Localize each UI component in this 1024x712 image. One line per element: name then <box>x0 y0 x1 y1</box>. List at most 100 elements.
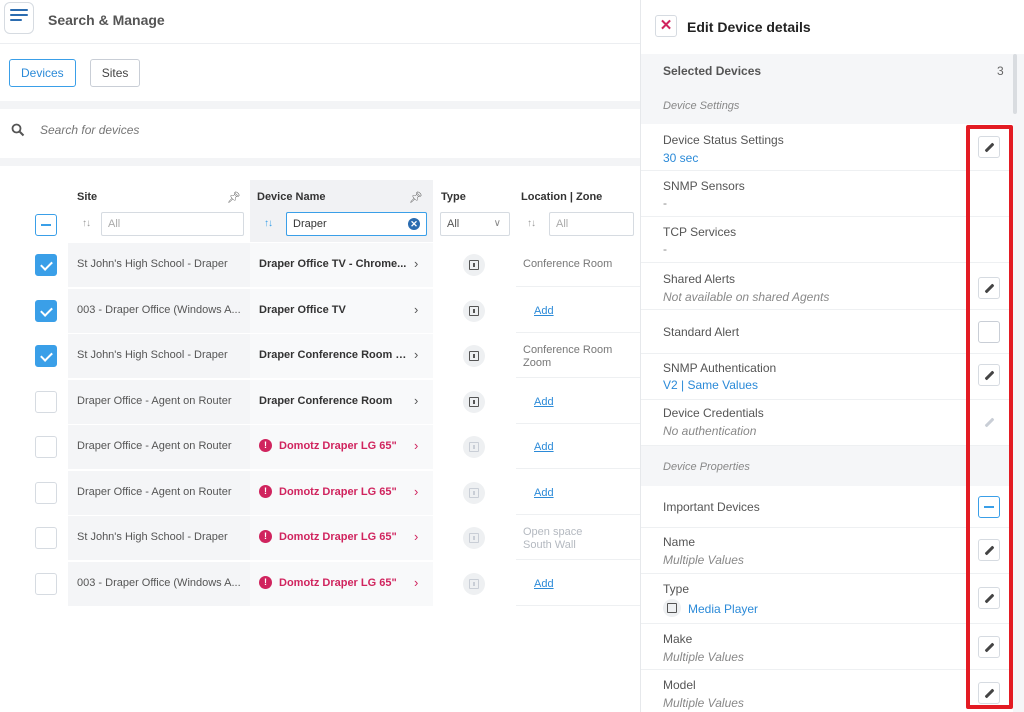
row-checkbox[interactable] <box>35 390 57 413</box>
chevron-right-icon[interactable]: › <box>414 529 418 544</box>
table-row[interactable]: 003 - Draper Office (Windows A... Draper … <box>0 288 640 334</box>
add-location-link[interactable]: Add <box>534 578 554 590</box>
add-location-link[interactable]: Add <box>534 396 554 408</box>
property-label: Name <box>663 535 696 549</box>
pin-icon[interactable]: 📌︎ <box>409 191 423 204</box>
row-device-name[interactable]: Draper Office TV <box>259 304 409 316</box>
menu-icon-line <box>10 19 22 21</box>
device-type-icon <box>463 390 485 413</box>
pencil-icon[interactable] <box>978 364 1000 386</box>
pencil-icon[interactable] <box>978 587 1000 609</box>
row-checkbox[interactable] <box>35 254 57 276</box>
pencil-icon[interactable] <box>978 682 1000 704</box>
row-device-name[interactable]: Domotz Draper LG 65" <box>279 440 429 452</box>
setting-label: Device Status Settings <box>663 133 784 147</box>
table-row[interactable]: 003 - Draper Office (Windows A...! Domotz… <box>0 561 640 607</box>
add-location-link[interactable]: Add <box>534 487 554 499</box>
row-checkbox[interactable] <box>35 527 57 549</box>
chevron-right-icon[interactable]: › <box>414 302 418 317</box>
alert-icon: ! <box>259 530 272 543</box>
setting-value: - <box>663 196 667 210</box>
row-site: Draper Office - Agent on Router <box>77 485 232 498</box>
setting-value: V2 | Same Values <box>663 378 758 392</box>
chevron-right-icon[interactable]: › <box>414 347 418 362</box>
selected-devices-row[interactable]: Selected Devices 3 <box>641 54 1013 90</box>
chevron-down-icon: ∨ <box>493 218 501 229</box>
property-label: Make <box>663 632 693 646</box>
table-row[interactable]: Draper Office - Agent on Router Draper Co… <box>0 379 640 425</box>
alert-icon: ! <box>259 484 272 498</box>
row-device-name[interactable]: Domotz Draper LG 65" <box>279 531 429 543</box>
pencil-icon[interactable] <box>978 636 1000 658</box>
important-devices-checkbox[interactable] <box>978 496 1000 518</box>
row-device-name[interactable]: Draper Office TV - Chrome... <box>259 258 409 270</box>
row-checkbox[interactable] <box>35 345 57 367</box>
chevron-right-icon[interactable]: › <box>414 256 418 271</box>
search-icon <box>11 123 25 137</box>
sort-icon[interactable]: ↑↓ <box>527 218 536 229</box>
type-filter-select[interactable]: All ∨ <box>440 212 510 236</box>
setting-device-status: Device Status Settings 30 sec <box>641 124 1013 171</box>
tab-devices[interactable]: Devices <box>9 59 76 87</box>
pencil-icon <box>978 411 1000 433</box>
column-header-device-name[interactable]: Device Name <box>257 191 326 203</box>
property-important-devices: Important Devices <box>641 486 1013 528</box>
property-value: Multiple Values <box>663 553 744 567</box>
section-device-settings: Device Settings <box>663 100 740 112</box>
sort-icon[interactable]: ↑↓ <box>82 218 91 229</box>
search-input[interactable] <box>40 123 600 137</box>
sort-icon[interactable]: ↑↓ <box>264 218 273 229</box>
top-bar: Search & Manage <box>0 0 640 44</box>
table-row[interactable]: Draper Office - Agent on Router! Domotz D… <box>0 425 640 470</box>
row-checkbox[interactable] <box>35 481 57 504</box>
row-site: St John's High School - Draper <box>77 349 228 361</box>
close-icon[interactable]: ✕ <box>655 15 677 37</box>
selected-devices-count: 3 <box>997 64 1004 78</box>
table-row[interactable]: St John's High School - Draper Draper Off… <box>0 243 640 288</box>
device-type-icon <box>463 254 485 276</box>
tab-sites[interactable]: Sites <box>89 59 141 87</box>
scrollbar[interactable] <box>1013 54 1017 114</box>
add-location-link[interactable]: Add <box>534 305 554 317</box>
edit-device-panel: ✕ Edit Device details Selected Devices 3… <box>640 0 1024 712</box>
table-row[interactable]: St John's High School - Draper! Domotz Dr… <box>0 516 640 561</box>
menu-button[interactable] <box>4 2 34 34</box>
pin-icon[interactable]: 📌︎ <box>227 191 241 204</box>
property-name: Name Multiple Values <box>641 528 1013 574</box>
property-make: Make Multiple Values <box>641 624 1013 670</box>
select-all-checkbox[interactable] <box>35 214 57 236</box>
row-site: St John's High School - Draper <box>77 531 228 543</box>
column-header-location-zone[interactable]: Location | Zone <box>521 191 602 203</box>
site-filter-input[interactable]: All <box>101 212 244 236</box>
column-header-site[interactable]: Site <box>77 191 97 203</box>
table-row[interactable]: Draper Office - Agent on Router! Domotz D… <box>0 470 640 516</box>
row-checkbox[interactable] <box>35 299 57 322</box>
selected-devices-label: Selected Devices <box>663 64 762 78</box>
table-header: Site 📌︎ ↑↓ All Device Name 📌︎ ↑↓ Draper … <box>0 180 640 242</box>
row-device-name[interactable]: Draper Conference Room - ... <box>259 349 409 361</box>
row-device-name[interactable]: Domotz Draper LG 65" <box>279 577 429 589</box>
pencil-icon[interactable] <box>978 539 1000 561</box>
property-model: Model Multiple Values <box>641 670 1013 712</box>
chevron-right-icon[interactable]: › <box>414 438 418 453</box>
row-checkbox[interactable] <box>35 436 57 458</box>
chevron-right-icon[interactable]: › <box>414 484 418 499</box>
section-device-properties: Device Properties <box>663 461 750 473</box>
chevron-right-icon[interactable]: › <box>414 575 418 590</box>
device-name-filter-input[interactable]: Draper <box>286 212 427 236</box>
pencil-icon[interactable] <box>978 136 1000 158</box>
add-location-link[interactable]: Add <box>534 441 554 453</box>
standard-alert-checkbox[interactable] <box>978 321 1000 343</box>
property-value: Multiple Values <box>663 696 744 710</box>
row-device-name[interactable]: Draper Conference Room <box>259 395 409 407</box>
clear-icon[interactable]: ✕ <box>408 218 420 230</box>
row-checkbox[interactable] <box>35 572 57 595</box>
column-header-type[interactable]: Type <box>441 191 466 203</box>
type-filter-value: All <box>447 218 460 230</box>
table-row[interactable]: St John's High School - Draper Draper Con… <box>0 334 640 379</box>
location-filter-input[interactable]: All <box>549 212 634 236</box>
device-type-icon <box>463 299 485 322</box>
chevron-right-icon[interactable]: › <box>414 393 418 408</box>
pencil-icon[interactable] <box>978 277 1000 299</box>
row-device-name[interactable]: Domotz Draper LG 65" <box>279 486 429 498</box>
